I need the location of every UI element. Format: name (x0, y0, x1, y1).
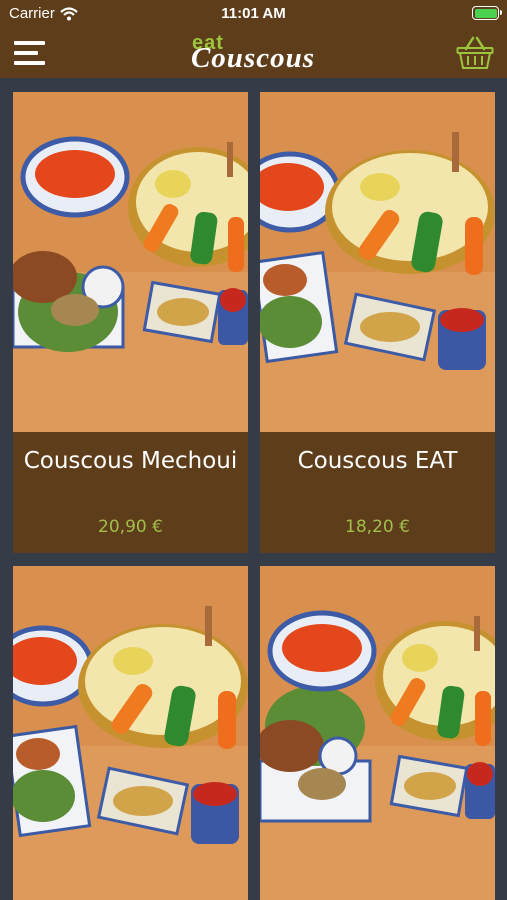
product-name: Couscous Mechoui (23, 448, 238, 474)
product-card[interactable] (260, 566, 495, 900)
product-card[interactable] (13, 566, 248, 900)
product-price: 18,20 € (345, 517, 410, 537)
product-photo (260, 92, 495, 432)
couscous-photo (13, 566, 248, 900)
product-card[interactable]: Couscous EAT 18,20 € (260, 92, 495, 553)
product-card[interactable]: Couscous Mechoui 20,90 € (13, 92, 248, 553)
product-name: Couscous EAT (297, 448, 458, 474)
menu-button[interactable] (14, 40, 48, 66)
product-photo (260, 566, 495, 900)
basket-icon (456, 36, 494, 69)
cart-button[interactable] (456, 36, 494, 70)
app-header: Carrier 11:01 AM eat Couscous (0, 0, 507, 78)
menu-icon-bar (14, 51, 38, 55)
battery-icon (472, 6, 502, 20)
product-caption: Couscous EAT 18,20 € (260, 432, 495, 553)
product-caption: Couscous Mechoui 20,90 € (13, 432, 248, 553)
nav-bar: eat Couscous (0, 28, 507, 78)
product-photo (13, 566, 248, 900)
status-bar: Carrier 11:01 AM (0, 0, 507, 28)
product-photo (13, 92, 248, 432)
couscous-photo (260, 92, 495, 432)
logo-couscous-text: Couscous (190, 42, 316, 74)
app-logo: eat Couscous (158, 32, 348, 74)
couscous-photo (13, 92, 248, 432)
clock: 11:01 AM (221, 5, 286, 22)
couscous-photo (260, 566, 495, 900)
menu-icon (14, 41, 45, 45)
product-price: 20,90 € (98, 517, 163, 537)
menu-icon-bar (14, 61, 45, 65)
